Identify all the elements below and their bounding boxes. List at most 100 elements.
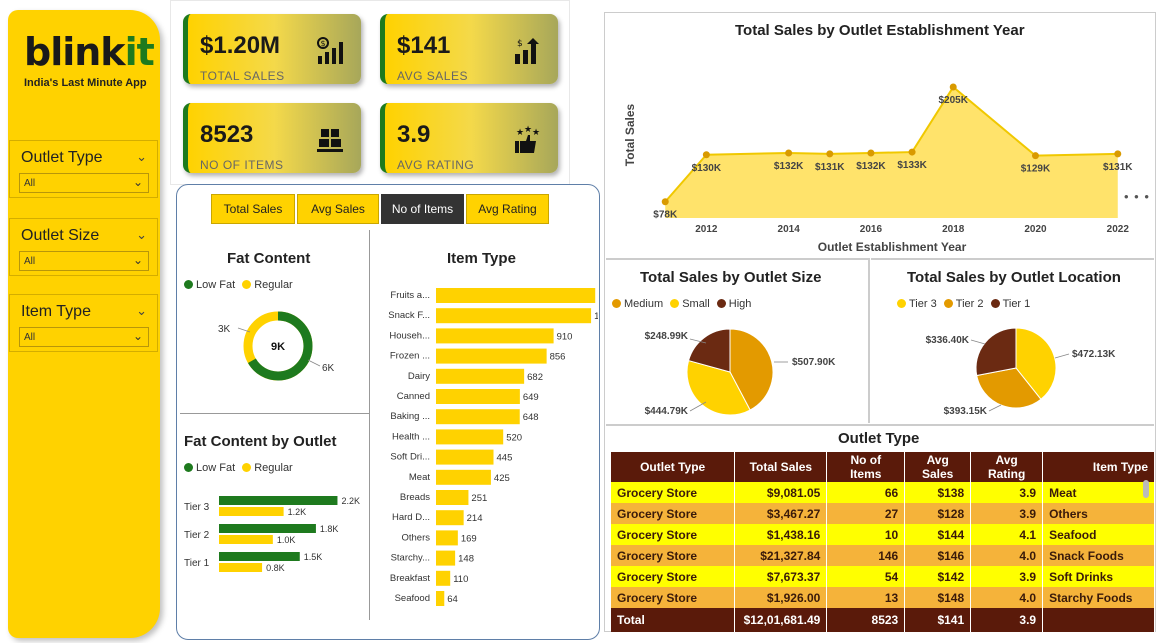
chevron-down-icon[interactable]: ⌄ <box>136 303 147 319</box>
outlet-size-legend: Medium Small High <box>612 298 751 310</box>
item-type-title: Item Type <box>447 250 516 267</box>
bar-regular <box>219 535 273 544</box>
table-scrollbar[interactable] <box>1143 480 1149 498</box>
data-point <box>867 149 875 157</box>
table-cell: Grocery Store <box>611 587 736 608</box>
item-type-value: 251 <box>471 493 487 504</box>
item-type-label: Meat <box>409 472 430 483</box>
fat-by-outlet-title: Fat Content by Outlet <box>184 433 337 450</box>
item-type-label: Fruits a... <box>390 290 430 301</box>
chart-growth-icon: $ <box>317 37 343 64</box>
slicer-outlet-type[interactable]: Outlet Type ⌄ All ⌄ <box>9 140 158 198</box>
svg-text:$: $ <box>320 39 325 48</box>
kpi-avg-rating[interactable]: 3.9 AVG RATING ★ ★ ★ <box>380 103 558 173</box>
table-row[interactable]: Grocery Store $9,081.05 66 $138 3.9 Meat <box>611 482 1155 503</box>
item-type-label: Canned <box>397 391 430 402</box>
slicer-item-type[interactable]: Item Type ⌄ All ⌄ <box>9 294 158 352</box>
tab-total-sales[interactable]: Total Sales <box>211 194 295 224</box>
table-cell: Grocery Store <box>611 524 736 545</box>
column-header[interactable]: No of Items <box>826 452 906 482</box>
data-label: $132K <box>774 161 804 172</box>
boxes-icon <box>317 129 343 152</box>
item-type-bar <box>436 530 458 546</box>
table-row[interactable]: Grocery Store $1,926.00 13 $148 4.0 Starchy F… <box>611 587 1155 608</box>
svg-text:$: $ <box>517 39 523 49</box>
kpi-value: 8523 <box>200 121 254 148</box>
item-type-bar <box>436 429 504 445</box>
item-type-bar <box>436 490 469 505</box>
table-row[interactable]: Grocery Store $1,438.16 10 $144 4.1 Seafood <box>611 524 1155 545</box>
slicer-title: Item Type <box>21 303 91 320</box>
column-header[interactable]: Avg Sales <box>904 452 972 482</box>
x-axis-label: Outlet Establishment Year <box>818 240 967 254</box>
bar-low-fat <box>219 552 300 561</box>
slicer-outlet-size[interactable]: Outlet Size ⌄ All ⌄ <box>9 218 158 276</box>
data-point <box>949 83 957 91</box>
slicer-title: Outlet Type <box>21 149 103 166</box>
item-type-bar <box>436 409 520 425</box>
table-title: Outlet Type <box>838 430 920 447</box>
slicer-dropdown[interactable]: All ⌄ <box>19 327 149 347</box>
pie-value-label: $336.40K <box>926 335 970 346</box>
item-type-value: 910 <box>557 331 573 342</box>
column-header[interactable]: Outlet Type <box>611 452 736 482</box>
slicer-dropdown[interactable]: All ⌄ <box>19 173 149 193</box>
table-cell: 27 <box>826 503 906 524</box>
column-header[interactable]: Item Type <box>1042 452 1155 482</box>
tab-no-of-items[interactable]: No of Items <box>381 194 464 224</box>
table-cell: $1,438.16 <box>734 524 828 545</box>
data-label: $78K <box>653 210 678 221</box>
table-total-cell: 3.9 <box>970 608 1044 632</box>
table-cell: Meat <box>1042 482 1155 503</box>
item-type-value: 520 <box>506 432 522 443</box>
kpi-value: $141 <box>397 32 451 59</box>
bar-category-label: Tier 1 <box>184 558 210 569</box>
legend-dot <box>670 299 680 308</box>
chevron-down-icon[interactable]: ⌄ <box>136 149 147 165</box>
bar-value-label: 0.8K <box>266 563 285 573</box>
bar-category-label: Tier 3 <box>184 502 210 513</box>
svg-text:★: ★ <box>516 127 524 137</box>
kpi-total-sales[interactable]: $1.20M TOTAL SALES $ <box>183 14 361 84</box>
data-point <box>1114 150 1122 158</box>
item-type-label: Snack F... <box>388 310 430 321</box>
data-point <box>826 150 834 158</box>
donut-center-label: 9K <box>271 341 285 353</box>
kpi-avg-sales[interactable]: $141 AVG SALES $ <box>380 14 558 84</box>
bar-regular <box>219 507 284 516</box>
table-cell: Others <box>1042 503 1155 524</box>
table-row[interactable]: Grocery Store $7,673.37 54 $142 3.9 Soft Drin… <box>611 566 1155 587</box>
more-options-icon[interactable]: • • • <box>1124 189 1150 204</box>
table-row[interactable]: Grocery Store $3,467.27 27 $128 3.9 Others <box>611 503 1155 524</box>
divider <box>180 413 370 414</box>
tab-avg-sales[interactable]: Avg Sales <box>297 194 379 224</box>
divider <box>369 230 370 620</box>
table-cell: 13 <box>826 587 906 608</box>
table-cell: $148 <box>904 587 972 608</box>
item-type-label: Hard D... <box>392 512 430 523</box>
table-cell: 146 <box>826 545 906 566</box>
column-header[interactable]: Total Sales <box>734 452 828 482</box>
table-total-cell <box>1042 608 1155 632</box>
table-row[interactable]: Grocery Store $21,327.84 146 $146 4.0 Snack F… <box>611 545 1155 566</box>
fat-by-outlet-chart: Tier 3 2.2K 1.2K Tier 2 1.8K 1.0K Tier 1 1.5K 0.… <box>184 496 360 573</box>
kpi-no-of-items[interactable]: 8523 NO OF ITEMS <box>183 103 361 173</box>
item-type-label: Health ... <box>392 431 430 442</box>
pie-value-label: $472.13K <box>1072 349 1116 360</box>
table-cell: 4.1 <box>970 524 1044 545</box>
chevron-down-icon[interactable]: ⌄ <box>136 227 147 243</box>
tab-avg-rating[interactable]: Avg Rating <box>466 194 549 224</box>
dollar-bars-icon: $ <box>515 38 539 64</box>
slicer-dropdown[interactable]: All ⌄ <box>19 251 149 271</box>
brand-logo: blinkit <box>24 30 155 74</box>
svg-text:★: ★ <box>524 125 532 134</box>
data-label: $131K <box>1103 162 1133 173</box>
chevron-down-icon: ⌄ <box>132 329 143 343</box>
kpi-label: AVG RATING <box>397 158 475 172</box>
item-type-bar <box>436 510 464 526</box>
table-cell: $21,327.84 <box>734 545 828 566</box>
table-cell: $144 <box>904 524 972 545</box>
column-header[interactable]: Avg Rating <box>970 452 1044 482</box>
table-cell: 10 <box>826 524 906 545</box>
table-cell: 54 <box>826 566 906 587</box>
